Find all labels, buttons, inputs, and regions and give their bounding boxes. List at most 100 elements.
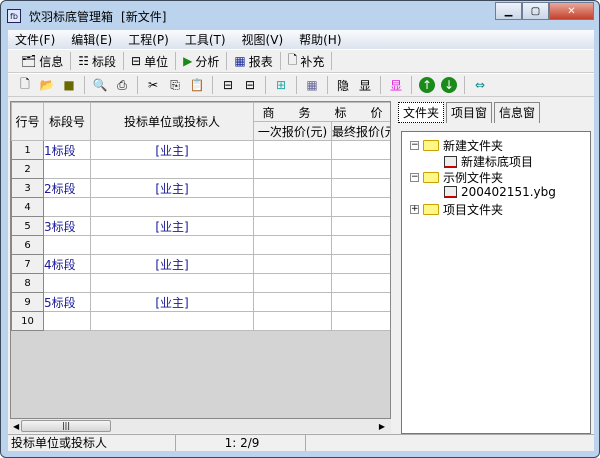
segment-cell[interactable]	[43, 197, 91, 217]
first-quote-cell[interactable]	[253, 254, 332, 274]
save-icon[interactable]: ■	[61, 77, 77, 93]
menu-project[interactable]: 工程(P)	[121, 31, 178, 48]
row-number[interactable]: 1	[11, 140, 44, 160]
bidder-cell[interactable]	[90, 273, 254, 293]
first-quote-cell[interactable]	[253, 178, 332, 198]
table-row[interactable]: 7 4标段 [业主]	[11, 254, 390, 274]
bidder-cell[interactable]	[90, 197, 254, 217]
row-number[interactable]: 8	[11, 273, 44, 293]
menu-view[interactable]: 视图(V)	[235, 31, 293, 48]
row-number[interactable]: 10	[11, 311, 44, 331]
tab-info[interactable]: 信息窗	[494, 102, 541, 123]
segment-cell[interactable]	[43, 311, 91, 331]
header-segment[interactable]: 标段号	[43, 102, 91, 141]
arrow-down-icon[interactable]: ↓	[441, 77, 457, 93]
unit-button[interactable]: ⊟ 单位	[124, 52, 177, 70]
header-first-quote[interactable]: 一次报价(元)	[253, 121, 332, 141]
final-quote-cell[interactable]	[330, 178, 390, 198]
collapse-icon[interactable]: −	[410, 173, 419, 182]
first-quote-cell[interactable]	[253, 159, 332, 179]
bidder-cell[interactable]: [业主]	[90, 178, 254, 198]
collapse-icon[interactable]: −	[410, 141, 419, 150]
scroll-thumb[interactable]: |||	[21, 420, 111, 432]
menu-tools[interactable]: 工具(T)	[178, 31, 235, 48]
bid-grid[interactable]: 行号 标段号 投标单位或投标人 商 务 标 价 一次报价(元) 最终报价(元) …	[10, 101, 391, 419]
header-final-quote[interactable]: 最终报价(元)	[330, 121, 390, 141]
tree-item-example-file[interactable]: 200402151.ybg	[444, 185, 556, 199]
header-bidder[interactable]: 投标单位或投标人	[90, 102, 254, 141]
bidder-cell[interactable]	[90, 311, 254, 331]
bidder-cell[interactable]: [业主]	[90, 254, 254, 274]
bidder-cell[interactable]: [业主]	[90, 140, 254, 160]
cut-icon[interactable]: ✂	[145, 77, 161, 93]
segment-cell[interactable]	[43, 235, 91, 255]
segment-cell[interactable]: 4标段	[43, 254, 91, 274]
supplement-button[interactable]: 🗋 补充	[281, 52, 333, 70]
table-row[interactable]: 5 3标段 [业主]	[11, 216, 390, 236]
new-file-icon[interactable]: 🗋	[17, 77, 33, 93]
horizontal-scrollbar[interactable]: ◀ ||| ▶	[10, 419, 391, 433]
final-quote-cell[interactable]	[330, 197, 390, 217]
close-button[interactable]: ✕	[549, 2, 594, 20]
bidder-cell[interactable]: [业主]	[90, 216, 254, 236]
hide-button[interactable]: 隐	[335, 77, 351, 93]
table-row[interactable]: 1 1标段 [业主]	[11, 140, 390, 160]
tree-folder-example[interactable]: − 示例文件夹	[410, 169, 503, 186]
table-row[interactable]: 4	[11, 197, 390, 217]
first-quote-cell[interactable]	[253, 197, 332, 217]
tree-folder-new[interactable]: − 新建文件夹	[410, 137, 503, 154]
segment-button[interactable]: ☷ 标段	[71, 52, 125, 70]
row-number[interactable]: 9	[11, 292, 44, 312]
print-preview-icon[interactable]: 🔍	[92, 77, 108, 93]
tab-folders[interactable]: 文件夹	[398, 102, 445, 123]
row-number[interactable]: 7	[11, 254, 44, 274]
tree-item-new-project[interactable]: 新建标底项目	[444, 153, 533, 170]
arrow-up-icon[interactable]: ↑	[419, 77, 435, 93]
bidder-cell[interactable]: [业主]	[90, 292, 254, 312]
segment-cell[interactable]	[43, 159, 91, 179]
bidder-cell[interactable]	[90, 159, 254, 179]
table-row[interactable]: 2	[11, 159, 390, 179]
open-folder-icon[interactable]: 📂	[39, 77, 55, 93]
row-number[interactable]: 3	[11, 178, 44, 198]
calculator-icon[interactable]: ▦	[304, 77, 320, 93]
show-button[interactable]: 显	[357, 77, 373, 93]
move-icon[interactable]: ⊞	[273, 77, 289, 93]
row-number[interactable]: 5	[11, 216, 44, 236]
bidder-cell[interactable]	[90, 235, 254, 255]
first-quote-cell[interactable]	[253, 292, 332, 312]
tab-project[interactable]: 项目窗	[446, 102, 493, 123]
segment-cell[interactable]: 1标段	[43, 140, 91, 160]
table-row[interactable]: 8	[11, 273, 390, 293]
tree-folder-projects[interactable]: + 项目文件夹	[410, 201, 503, 218]
final-quote-cell[interactable]	[330, 235, 390, 255]
first-quote-cell[interactable]	[253, 216, 332, 236]
first-quote-cell[interactable]	[253, 311, 332, 331]
final-quote-cell[interactable]	[330, 216, 390, 236]
segment-cell[interactable]: 3标段	[43, 216, 91, 236]
copy-icon[interactable]: ⎘	[167, 77, 183, 93]
header-commercial-price[interactable]: 商 务 标 价	[252, 102, 390, 122]
segment-cell[interactable]: 5标段	[43, 292, 91, 312]
menu-help[interactable]: 帮助(H)	[292, 31, 350, 48]
minimize-button[interactable]: ▁	[495, 2, 522, 20]
show-all-button[interactable]: 显	[388, 77, 404, 93]
table-row[interactable]: 10	[11, 311, 390, 331]
row-number[interactable]: 4	[11, 197, 44, 217]
segment-cell[interactable]	[43, 273, 91, 293]
report-button[interactable]: ▦ 报表	[227, 52, 281, 70]
final-quote-cell[interactable]	[330, 292, 390, 312]
print-icon[interactable]: ⎙	[114, 77, 130, 93]
first-quote-cell[interactable]	[253, 235, 332, 255]
row-number[interactable]: 2	[11, 159, 44, 179]
scroll-right-icon[interactable]: ▶	[379, 422, 385, 431]
first-quote-cell[interactable]	[253, 273, 332, 293]
segment-cell[interactable]: 2标段	[43, 178, 91, 198]
resize-horizontal-icon[interactable]: ⇔	[472, 77, 488, 93]
menu-file[interactable]: 文件(F)	[8, 31, 64, 48]
maximize-button[interactable]: ▢	[522, 2, 549, 20]
table-row[interactable]: 9 5标段 [业主]	[11, 292, 390, 312]
final-quote-cell[interactable]	[330, 140, 390, 160]
insert-row-icon[interactable]: ⊟	[220, 77, 236, 93]
first-quote-cell[interactable]	[253, 140, 332, 160]
